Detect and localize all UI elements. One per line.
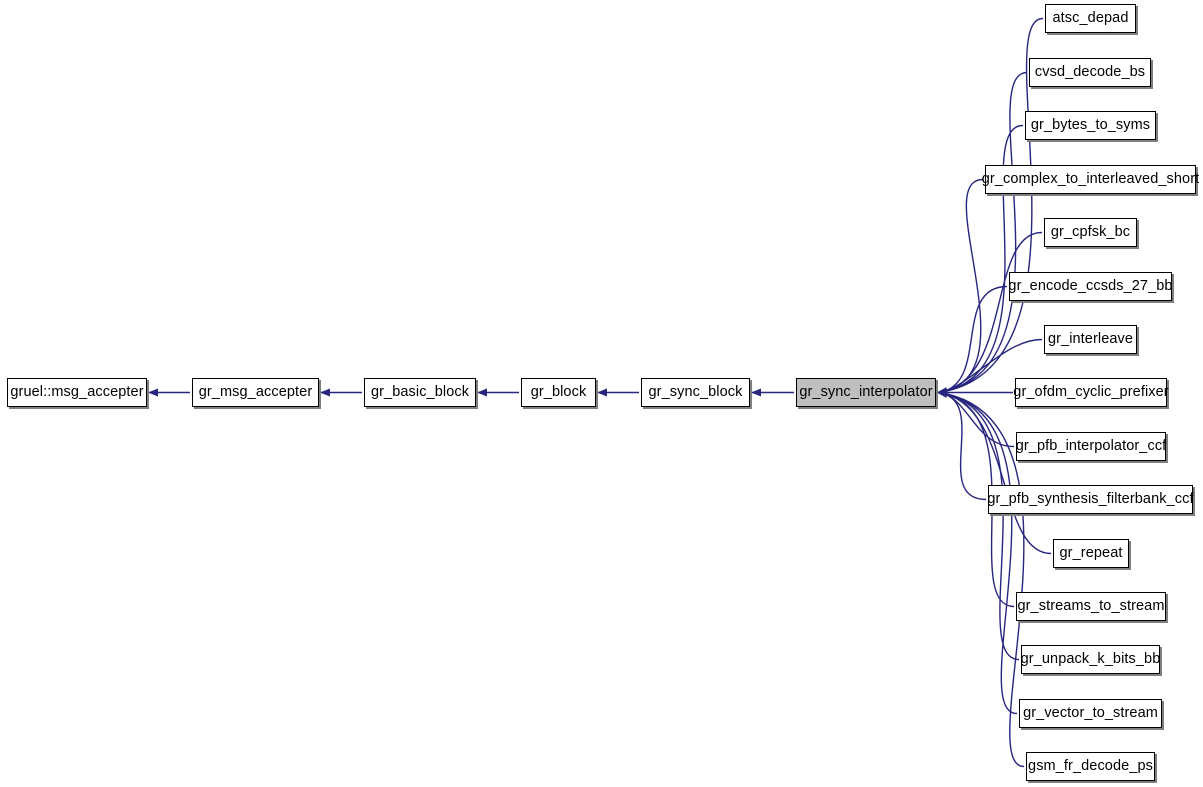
class-node-atsc_depad[interactable]: atsc_depad [1045,4,1136,33]
class-node-label: gr_block [530,384,587,401]
inheritance-edge-gr_complex_to_interleaved_short-to-gr_sync_interpolator [937,178,984,396]
class-node-label: gruel::msg_accepter [10,384,144,401]
inheritance-diagram: gruel::msg_accepter gr_msg_accepter gr_bas… [0,0,1203,787]
class-node-label: gr_basic_block [370,384,470,401]
class-node-label: gr_unpack_k_bits_bb [1020,651,1161,668]
class-node-label: gr_encode_ccsds_27_bb [1008,278,1173,295]
class-node-label: gsm_fr_decode_ps [1028,758,1153,775]
class-node-label: gr_vector_to_stream [1023,705,1158,722]
class-node-gr_repeat[interactable]: gr_repeat [1053,539,1129,568]
class-node-gr_vector_to_stream[interactable]: gr_vector_to_stream [1019,699,1162,728]
class-node-gr_pfb_interpolator_ccf[interactable]: gr_pfb_interpolator_ccf [1016,432,1166,461]
inheritance-edge-gr_pfb_interpolator_ccf-to-gr_sync_interpolator [937,389,1015,448]
class-node-gr_complex_to_interleaved_short[interactable]: gr_complex_to_interleaved_short [982,165,1199,194]
inheritance-edge-gr_unpack_k_bits_bb-to-gr_sync_interpolator [937,389,1020,661]
class-node-label: gr_streams_to_stream [1017,598,1165,615]
class-node-label: gr_msg_accepter [198,384,313,401]
class-node-gr_bytes_to_syms[interactable]: gr_bytes_to_syms [1025,111,1156,140]
inheritance-edge-gr_vector_to_stream-to-gr_sync_interpolator [937,389,1018,715]
class-node-gr_streams_to_stream[interactable]: gr_streams_to_stream [1016,592,1166,621]
class-node-label: gr_bytes_to_syms [1030,117,1151,134]
class-node-label: gr_sync_block [648,384,743,401]
class-node-label: gr_ofdm_cyclic_prefixer [1013,384,1169,401]
inheritance-edge-gr_encode_ccsds_27_bb-to-gr_sync_interpolator [937,285,1008,396]
class-node-gr_encode_ccsds_27_bb[interactable]: gr_encode_ccsds_27_bb [1008,272,1172,301]
inheritance-edge-atsc_depad-to-gr_sync_interpolator [937,17,1044,396]
class-node-label: gr_pfb_synthesis_filterbank_ccf [987,491,1194,508]
inheritance-edge-cvsd_decode_bs-to-gr_sync_interpolator [937,71,1028,396]
class-node-gr_msg_accepter[interactable]: gr_msg_accepter [192,378,319,407]
class-node-gr_pfb_synthesis_filterbank_ccf[interactable]: gr_pfb_synthesis_filterbank_ccf [987,485,1194,514]
class-node-gr_ofdm_cyclic_prefixer[interactable]: gr_ofdm_cyclic_prefixer [1013,378,1169,407]
class-node-gr_cpfsk_bc[interactable]: gr_cpfsk_bc [1044,218,1137,247]
class-node-gsm_fr_decode_ps[interactable]: gsm_fr_decode_ps [1026,752,1155,781]
class-node-gr_sync_interpolator[interactable]: gr_sync_interpolator [796,378,936,407]
inheritance-edge-gr_repeat-to-gr_sync_interpolator [937,389,1052,555]
class-node-cvsd_decode_bs[interactable]: cvsd_decode_bs [1029,58,1151,87]
class-node-label: gr_repeat [1059,545,1123,562]
class-node-gr_block[interactable]: gr_block [521,378,596,407]
class-node-label: gr_complex_to_interleaved_short [981,171,1200,188]
inheritance-edge-gr_pfb_synthesis_filterbank_ccf-to-gr_sync_interpolator [937,389,987,501]
class-node-label: cvsd_decode_bs [1034,64,1146,81]
class-node-gr_interleave[interactable]: gr_interleave [1044,325,1137,354]
class-node-gruel_msg_accepter[interactable]: gruel::msg_accepter [7,378,147,407]
class-node-label: gr_sync_interpolator [799,384,933,401]
class-node-gr_basic_block[interactable]: gr_basic_block [364,378,476,407]
class-node-label: atsc_depad [1052,10,1129,27]
class-node-gr_sync_block[interactable]: gr_sync_block [641,378,750,407]
class-node-label: gr_pfb_interpolator_ccf [1015,438,1167,455]
inheritance-edge-gr_cpfsk_bc-to-gr_sync_interpolator [937,231,1043,396]
class-node-label: gr_interleave [1047,331,1134,348]
class-node-gr_unpack_k_bits_bb[interactable]: gr_unpack_k_bits_bb [1021,645,1160,674]
class-node-label: gr_cpfsk_bc [1050,224,1131,241]
